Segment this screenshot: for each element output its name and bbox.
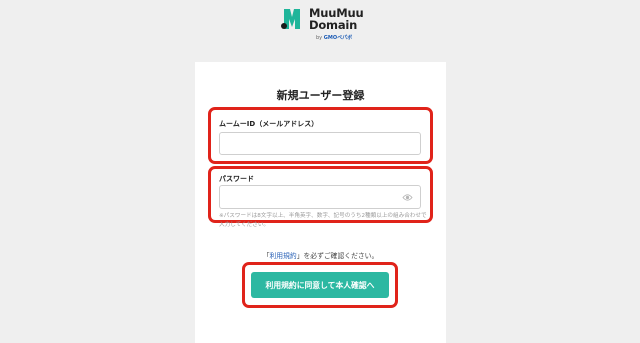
muumuu-logo-mark-icon bbox=[281, 9, 300, 29]
password-hint: ※パスワードは8文字以上、半角英字、数字、記号のうち2種類以上の組み合わせで入力… bbox=[219, 213, 427, 228]
agree-and-verify-button[interactable]: 利用規約に同意して本人確認へ bbox=[251, 272, 389, 298]
by-prefix: by bbox=[316, 35, 323, 41]
email-field[interactable] bbox=[219, 132, 421, 155]
registration-card: 新規ユーザー登録 ムームーID（メールアドレス） パスワード ※パスワードは8文… bbox=[195, 62, 446, 343]
brand-name-line2: Domain bbox=[309, 18, 358, 32]
eye-icon[interactable] bbox=[402, 193, 413, 202]
logo[interactable]: MuuMuu Domain by GMOペパボ bbox=[280, 4, 370, 46]
password-field[interactable] bbox=[219, 185, 421, 209]
password-label: パスワード bbox=[219, 175, 254, 183]
email-label: ムームーID（メールアドレス） bbox=[219, 120, 319, 128]
terms-link[interactable]: 利用規約 bbox=[270, 252, 297, 260]
company-name: GMOペパボ bbox=[323, 35, 353, 41]
page-title: 新規ユーザー登録 bbox=[276, 89, 365, 102]
terms-notice: 「利用規約」を必ずご確認ください。 bbox=[262, 252, 379, 260]
